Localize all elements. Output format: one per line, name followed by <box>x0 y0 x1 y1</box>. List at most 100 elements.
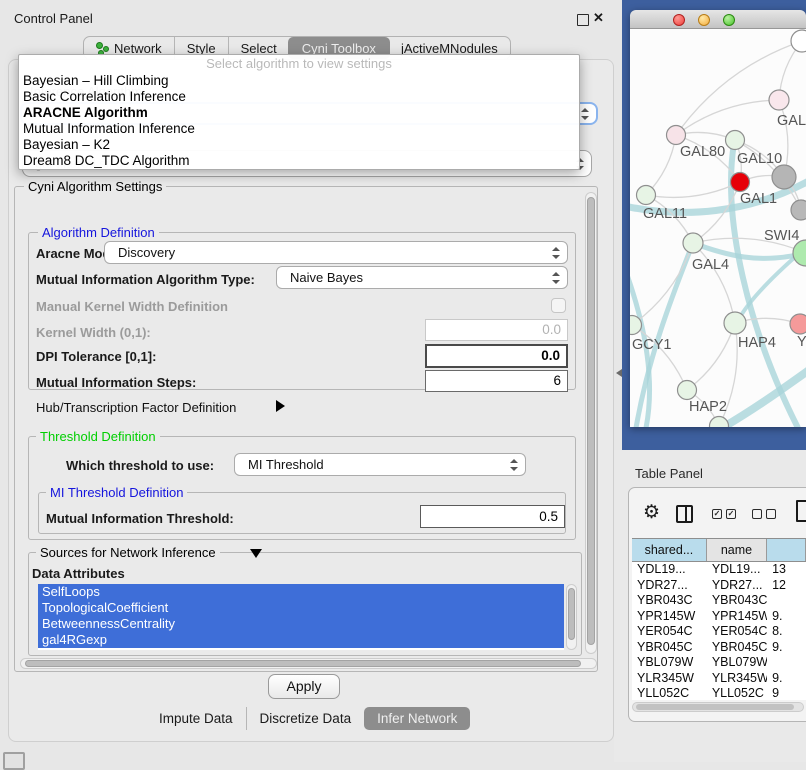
algorithm-option[interactable]: Bayesian – Hill Climbing <box>19 73 579 89</box>
float-window-icon[interactable] <box>577 14 589 26</box>
table-row[interactable]: YBR045CYBR045C9. <box>632 640 806 656</box>
network-node-y-cut[interactable] <box>790 314 806 334</box>
dpi-tolerance-field[interactable]: 0.0 <box>425 344 568 368</box>
gear-icon[interactable]: ⚙ <box>643 501 660 524</box>
table-body: YDL19...YDL19...13YDR27...YDR27...12YBR0… <box>632 562 806 700</box>
table-cell: YLR345W <box>632 671 707 687</box>
algorithm-option[interactable]: Mutual Information Inference <box>19 121 579 137</box>
algorithm-placeholder: Select algorithm to view settings <box>19 55 579 73</box>
table-cell: 13 <box>767 562 806 578</box>
table-row[interactable]: YDL19...YDL19...13 <box>632 562 806 578</box>
network-window-titlebar[interactable] <box>630 10 806 29</box>
tab-infer-network[interactable]: Infer Network <box>364 707 470 730</box>
node-label-y-cut: Y <box>797 334 806 350</box>
expand-right-icon[interactable] <box>276 400 285 412</box>
network-node-gray1[interactable] <box>772 165 796 189</box>
aracne-mode-combo[interactable]: Discovery <box>104 241 568 264</box>
network-node-bottom[interactable] <box>710 417 729 428</box>
node-label-gcy1: GCY1 <box>632 337 672 353</box>
algorithm-option-aracne[interactable]: ARACNE Algorithm <box>19 105 579 121</box>
mi-steps-field[interactable]: 6 <box>425 370 568 392</box>
attribute-item[interactable]: SelfLoops <box>38 584 564 600</box>
data-attributes-list[interactable]: SelfLoops TopologicalCoefficient Between… <box>38 584 564 650</box>
sources-title[interactable]: Sources for Network Inference <box>36 545 220 560</box>
mi-type-value: Naive Bayes <box>290 267 363 289</box>
hub-definition-label[interactable]: Hub/Transcription Factor Definition <box>36 400 236 415</box>
node-label-gal1: GAL1 <box>740 191 777 207</box>
new-document-icon[interactable] <box>796 500 806 522</box>
table-row[interactable]: YBL079WYBL079W <box>632 655 806 671</box>
table-cell: YLL052C <box>707 686 767 700</box>
table-row[interactable]: YPR145WYPR145W9. <box>632 609 806 625</box>
table-header: shared...name <box>632 538 806 562</box>
table-cell: 12 <box>767 578 806 594</box>
algorithm-option[interactable]: Bayesian – K2 <box>19 137 579 153</box>
close-traffic-icon[interactable] <box>673 14 685 26</box>
attribute-item[interactable]: gal4RGexp <box>38 632 564 648</box>
table-cell: YPR145W <box>707 609 767 625</box>
attribute-item[interactable]: TopologicalCoefficient <box>38 600 564 616</box>
table-row[interactable]: YER054CYER054C8. <box>632 624 806 640</box>
mi-threshold-title: MI Threshold Definition <box>46 485 187 500</box>
unchecked-columns-icon[interactable] <box>752 509 776 519</box>
scrollbar-thumb[interactable] <box>636 704 794 710</box>
minimize-traffic-icon[interactable] <box>698 14 710 26</box>
network-node-gal11[interactable] <box>637 186 656 205</box>
network-node-gal7[interactable] <box>769 90 789 110</box>
network-node-gray2[interactable] <box>791 200 806 220</box>
split-column-icon[interactable] <box>676 505 693 523</box>
node-label-gal4: GAL4 <box>692 257 729 273</box>
column-header[interactable]: name <box>707 539 767 561</box>
algorithm-dropdown: Select algorithm to view settings Bayesi… <box>18 54 580 170</box>
combo-arrows-icon <box>581 108 589 120</box>
table-cell: YBR045C <box>632 640 707 656</box>
checked-columns-icon[interactable]: ✓✓ <box>712 509 736 519</box>
column-header[interactable]: shared... <box>632 539 707 561</box>
table-cell: 9 <box>767 686 806 700</box>
apply-button[interactable]: Apply <box>268 674 340 699</box>
manual-kernel-checkbox[interactable] <box>551 298 566 313</box>
network-node-gal1[interactable] <box>731 173 750 192</box>
settings-vertical-scrollbar[interactable] <box>585 192 597 654</box>
mi-type-combo[interactable]: Naive Bayes <box>276 266 568 289</box>
network-canvas[interactable]: GALGAL80GAL10GAL1GAL11SWI4GAL4YHAP4GCY1H… <box>630 29 806 427</box>
attributes-vertical-scrollbar[interactable] <box>566 584 577 650</box>
scrollbar-thumb[interactable] <box>587 197 595 645</box>
zoom-traffic-icon[interactable] <box>723 14 735 26</box>
network-node-hap4[interactable] <box>724 312 746 334</box>
collapsed-panel-icon[interactable] <box>3 752 25 770</box>
table-horizontal-scrollbar[interactable] <box>632 702 804 712</box>
network-node-cut-top[interactable] <box>791 30 806 52</box>
table-cell: YBR043C <box>707 593 767 609</box>
collapse-down-icon[interactable] <box>250 549 262 558</box>
network-node-gal4[interactable] <box>683 233 703 253</box>
table-row[interactable]: YDR27...YDR27...12 <box>632 578 806 594</box>
settings-horizontal-scrollbar[interactable] <box>20 658 597 669</box>
algorithm-option[interactable]: Basic Correlation Inference <box>19 89 579 105</box>
algorithm-option[interactable]: Dream8 DC_TDC Algorithm <box>19 153 579 169</box>
mi-threshold-field[interactable]: 0.5 <box>420 505 565 528</box>
table-cell: YLR345W <box>707 671 767 687</box>
network-window: GALGAL80GAL10GAL1GAL11SWI4GAL4YHAP4GCY1H… <box>630 10 806 427</box>
table-cell: 8. <box>767 624 806 640</box>
tab-discretize-data[interactable]: Discretize Data <box>246 707 365 730</box>
close-icon[interactable]: ✕ <box>593 10 604 26</box>
network-node-gal10[interactable] <box>726 131 745 150</box>
kernel-width-field[interactable]: 0.0 <box>425 319 568 341</box>
split-pane-collapse-icon[interactable] <box>616 369 622 377</box>
node-label-gal80: GAL80 <box>680 144 725 160</box>
tab-impute-data[interactable]: Impute Data <box>146 707 246 730</box>
which-threshold-combo[interactable]: MI Threshold <box>234 453 526 476</box>
node-label-gal7: GAL <box>777 113 806 129</box>
table-row[interactable]: YLL052CYLL052C9 <box>632 686 806 700</box>
network-node-hap2[interactable] <box>678 381 697 400</box>
scrollbar-thumb[interactable] <box>25 660 581 667</box>
column-header[interactable] <box>767 539 806 561</box>
attribute-item[interactable]: BetweennessCentrality <box>38 616 564 632</box>
node-table[interactable]: shared...name YDL19...YDL19...13YDR27...… <box>632 538 806 700</box>
table-row[interactable]: YBR043CYBR043C <box>632 593 806 609</box>
scrollbar-thumb[interactable] <box>568 588 575 640</box>
table-row[interactable]: YLR345WYLR345W9. <box>632 671 806 687</box>
network-tab-icon <box>96 42 109 55</box>
network-node-gal80[interactable] <box>667 126 686 145</box>
